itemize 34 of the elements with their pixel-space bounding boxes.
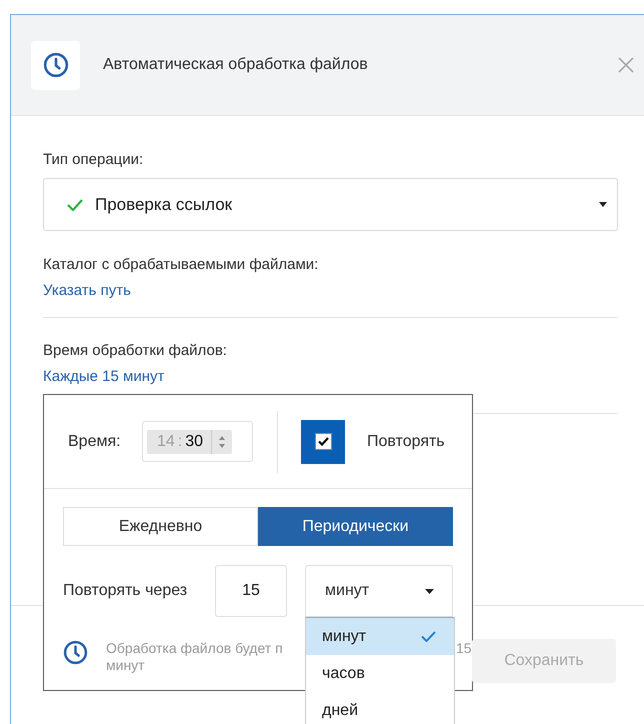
clock-icon [63,640,88,665]
operation-select[interactable]: Проверка ссылок [43,178,618,231]
info-text: Обработка файлов будет п [106,640,284,657]
check-icon [314,433,332,450]
field-label: Тип операции: [43,151,144,169]
mode-tab[interactable]: Периодически [258,507,453,546]
dialog-title: Автоматическая обработка файлов [103,56,369,74]
repeat-checkbox[interactable] [301,420,345,464]
caret-icon [425,588,434,594]
menu-item[interactable]: минут [306,618,454,655]
interval-label: Повторять через [63,582,188,600]
check-icon [421,631,436,642]
time-separator: : [178,432,182,450]
info-text: минут [106,657,145,674]
unit-select[interactable]: минут [305,565,453,617]
interval-field[interactable]: 15 [215,565,287,617]
caret-icon [599,202,607,207]
close-button[interactable] [618,57,634,73]
checkbox-label: Повторять [367,432,445,450]
field-label: Время обработки файлов: [43,342,228,360]
path-link[interactable]: Указать путь [43,282,131,300]
info-text: 15 [456,640,472,657]
clock-icon [42,52,68,78]
field-label: Каталог с обрабатываемыми файлами: [43,256,320,274]
menu-item[interactable]: дней [306,692,454,724]
mode-tab[interactable]: Ежедневно [63,507,258,546]
schedule-link[interactable]: Каждые 15 минут [43,368,164,386]
time-label: Время: [68,432,122,450]
hours-value: 14 [157,432,175,450]
check-icon [67,198,83,210]
minutes-value: 30 [185,432,204,450]
time-field[interactable]: 14 : 30 [142,421,253,462]
menu-item[interactable]: часов [306,655,454,692]
select-value: Проверка ссылок [95,194,234,214]
